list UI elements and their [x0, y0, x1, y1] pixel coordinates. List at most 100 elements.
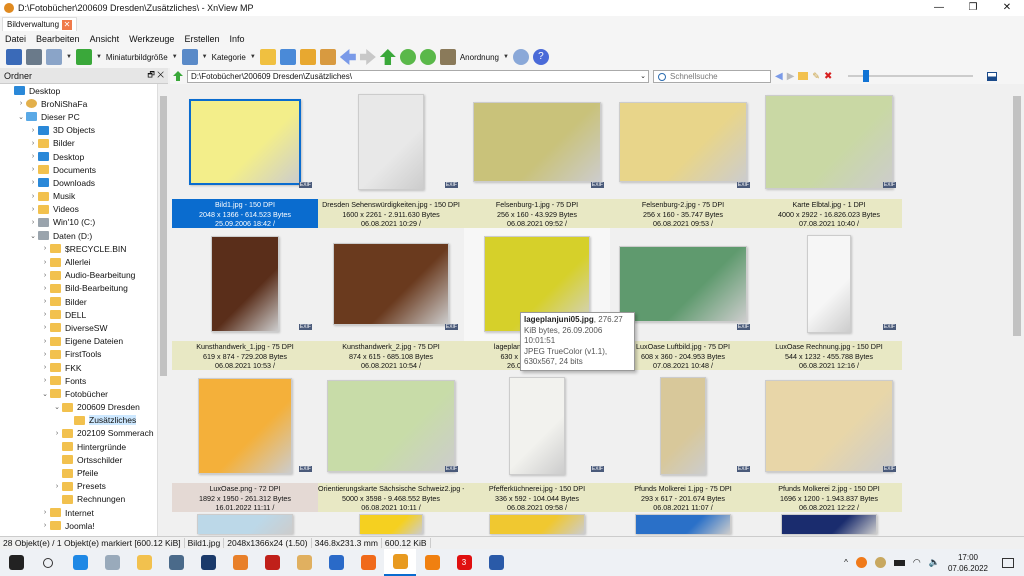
thumbnail-scrollbar[interactable]	[1010, 84, 1024, 536]
thumbnail-item[interactable]: EXIF LuxOase Rechnung.jpg - 150 DPI 544 x …	[756, 228, 902, 370]
arrow-left-icon[interactable]	[339, 49, 356, 65]
chevron-right-icon[interactable]: ›	[28, 140, 38, 147]
tree-item[interactable]: › DELL	[0, 308, 157, 321]
close-panel-icon[interactable]: ✕	[157, 70, 164, 79]
chevron-down-icon[interactable]: ▼	[202, 54, 208, 60]
battery-icon[interactable]	[893, 559, 905, 566]
arrange-button[interactable]: Anordnung	[460, 53, 499, 62]
view-mode-icon[interactable]	[46, 49, 62, 65]
chevron-down-icon[interactable]: ⌄	[52, 403, 62, 411]
chevron-down-icon[interactable]: ▼	[66, 54, 72, 60]
delete-icon[interactable]: ✖	[824, 71, 832, 82]
chevron-right-icon[interactable]: ›	[52, 483, 62, 490]
taskbar-lock[interactable]	[192, 549, 224, 576]
thumbnail-item[interactable]: EXIF Karte Elbtal.jpg - 1 DPI 4000 x 2922 …	[756, 86, 902, 228]
taskbar-mail[interactable]	[288, 549, 320, 576]
folder-tree-scrollbar[interactable]	[157, 84, 168, 536]
tree-item[interactable]: Hintergründe	[0, 440, 157, 453]
tree-item[interactable]: › 202109 Sommerach	[0, 427, 157, 440]
thumbnail-zoom-slider[interactable]	[848, 70, 974, 82]
taskbar-app-red[interactable]: 3	[448, 549, 480, 576]
tree-item[interactable]: › Musik	[0, 190, 157, 203]
tree-item[interactable]: ⌄ 200609 Dresden	[0, 401, 157, 414]
menu-erstellen[interactable]: Erstellen	[179, 34, 224, 44]
close-button[interactable]: ✕	[990, 0, 1024, 16]
fullscreen-icon[interactable]	[6, 49, 22, 65]
tree-item[interactable]: Desktop	[0, 84, 157, 97]
tree-item[interactable]: › Bilder	[0, 137, 157, 150]
help-icon[interactable]: ?	[532, 49, 549, 65]
image-icon[interactable]	[319, 49, 336, 65]
back-icon[interactable]: ◀	[775, 71, 783, 82]
notification-icon[interactable]	[1002, 557, 1014, 568]
tree-item[interactable]: ⌄ Fotobücher	[0, 387, 157, 400]
taskbar-app-blue[interactable]	[64, 549, 96, 576]
taskbar-firefox[interactable]	[352, 549, 384, 576]
rename-icon[interactable]: ✎	[812, 71, 820, 82]
chevron-right-icon[interactable]: ›	[40, 377, 50, 384]
volume-icon[interactable]: 🔈	[929, 557, 940, 568]
batch-convert-icon[interactable]	[439, 49, 456, 65]
chevron-right-icon[interactable]: ›	[40, 509, 50, 516]
taskbar-vlc[interactable]	[416, 549, 448, 576]
maximize-button[interactable]: ❐	[956, 0, 990, 16]
chevron-right-icon[interactable]: ›	[40, 272, 50, 279]
tree-item[interactable]: › Internet	[0, 506, 157, 519]
tree-item[interactable]: › Audio-Bearbeitung	[0, 269, 157, 282]
menu-info[interactable]: Info	[224, 34, 249, 44]
thumbnail-size-button[interactable]: Miniaturbildgröße	[106, 53, 168, 62]
camera-icon[interactable]	[279, 49, 296, 65]
taskbar-calculator[interactable]	[160, 549, 192, 576]
chevron-right-icon[interactable]: ›	[28, 153, 38, 160]
tree-item[interactable]: › 3D Objects	[0, 124, 157, 137]
minimize-button[interactable]: —	[922, 0, 956, 16]
wifi-icon[interactable]: ◠	[913, 557, 921, 568]
tree-item[interactable]: ⌄ Daten (D:)	[0, 229, 157, 242]
tree-item[interactable]: › Documents	[0, 163, 157, 176]
quick-search-input[interactable]: Schnellsuche	[653, 69, 771, 83]
taskbar-explorer[interactable]	[128, 549, 160, 576]
chevron-right-icon[interactable]: ›	[28, 219, 38, 226]
chevron-right-icon[interactable]: ›	[28, 206, 38, 213]
category-button[interactable]: Kategorie	[212, 53, 246, 62]
thumbnail-item[interactable]: EXIF Bild1.jpg - 150 DPI 2048 x 1366 - 614…	[172, 86, 318, 228]
tree-item[interactable]: › Allerlei	[0, 255, 157, 268]
print-icon[interactable]	[26, 49, 42, 65]
tab-close-icon[interactable]: ✕	[62, 19, 73, 30]
arrow-right-icon[interactable]	[359, 49, 376, 65]
xnview-tray-icon[interactable]	[874, 557, 886, 568]
tree-item[interactable]: › Presets	[0, 480, 157, 493]
tree-item[interactable]: ⌄ Dieser PC	[0, 110, 157, 123]
chevron-down-icon[interactable]: ⌄	[16, 113, 26, 121]
thumbnail-item[interactable]: EXIF Dresden Sehenswürdigkeiten.jpg - 150…	[318, 86, 464, 228]
taskbar-thunderbird[interactable]	[320, 549, 352, 576]
chevron-right-icon[interactable]: ›	[28, 127, 38, 134]
taskbar-filezilla[interactable]	[256, 549, 288, 576]
tree-item[interactable]: Rechnungen	[0, 493, 157, 506]
tree-item[interactable]: Ortsschilder	[0, 453, 157, 466]
chevron-right-icon[interactable]: ›	[40, 338, 50, 345]
chevron-right-icon[interactable]: ›	[40, 311, 50, 318]
tree-item[interactable]: › Bilder	[0, 295, 157, 308]
path-input[interactable]: D:\Fotobücher\200609 Dresden\Zusätzliche…	[187, 69, 649, 83]
thumbnail-item[interactable]: EXIF Kunsthandwerk_2.jpg - 75 DPI 874 x 61…	[318, 228, 464, 370]
chevron-right-icon[interactable]: ›	[40, 245, 50, 252]
chevron-right-icon[interactable]: ›	[40, 522, 50, 529]
taskbar-app-xp[interactable]	[96, 549, 128, 576]
chevron-right-icon[interactable]: ›	[40, 298, 50, 305]
chevron-down-icon[interactable]: ⌄	[28, 232, 38, 240]
thumbnail-item[interactable]: EXIF Felsenburg-1.jpg - 75 DPI 256 x 160 -…	[464, 86, 610, 228]
tab-bildverwaltung[interactable]: Bildverwaltung ✕	[2, 17, 78, 31]
export-icon[interactable]	[299, 49, 316, 65]
thumbnail-item[interactable]: EXIF Pfefferküchnerei.jpg - 150 DPI 336 x …	[464, 370, 610, 512]
menu-datei[interactable]: Datei	[0, 34, 31, 44]
tree-item[interactable]: › Win'10 (C:)	[0, 216, 157, 229]
slider-handle[interactable]	[863, 70, 870, 82]
taskbar-start[interactable]	[0, 549, 32, 576]
tree-item[interactable]: › Desktop	[0, 150, 157, 163]
tree-item[interactable]: › FirstTools	[0, 348, 157, 361]
thumbnail-item[interactable]	[318, 512, 464, 534]
taskbar-xnview[interactable]	[384, 549, 416, 576]
rotate-left-icon[interactable]	[399, 49, 416, 65]
new-folder-icon[interactable]	[798, 72, 809, 80]
